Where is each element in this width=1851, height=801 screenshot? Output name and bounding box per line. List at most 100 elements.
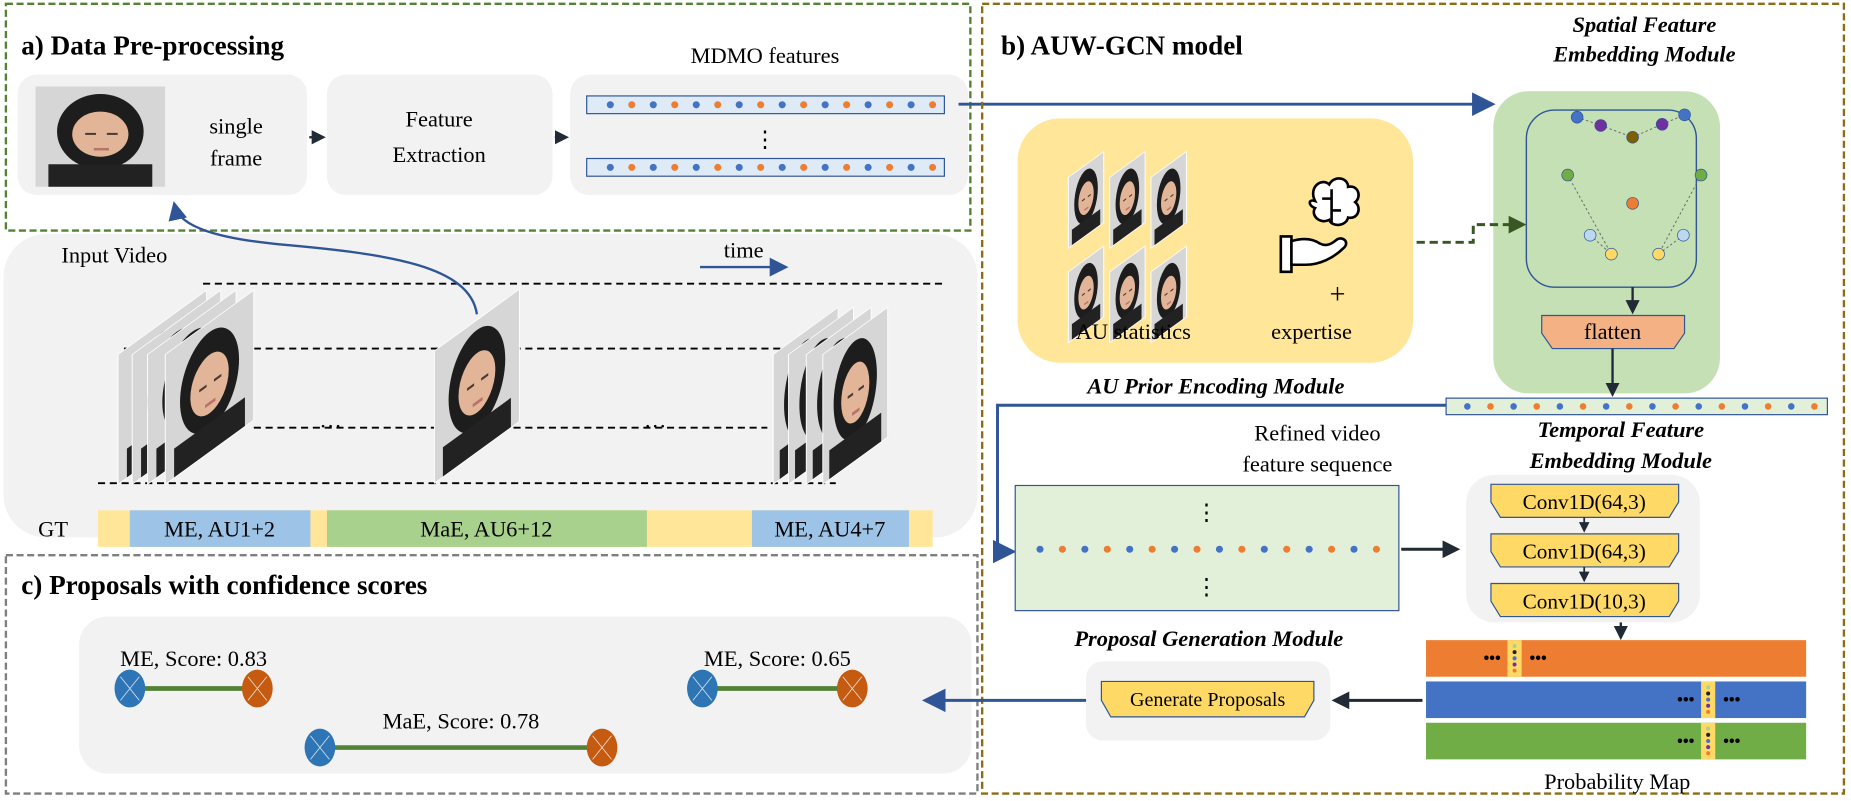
mdmo-features-label: MDMO features <box>691 43 840 68</box>
proposal-end-icon <box>586 728 618 767</box>
feature-dot <box>1126 545 1134 553</box>
ellipsis-dots: ••• <box>1677 731 1695 750</box>
feature-dot <box>907 163 915 171</box>
probability-map-label: Probability Map <box>1544 769 1690 794</box>
probability-map-row: ••• ••• <box>1426 722 1807 760</box>
feature-dot <box>843 101 851 109</box>
probability-map-row: ••• ••• <box>1426 681 1807 719</box>
feature-dot <box>692 101 700 109</box>
proposal-start-icon <box>304 728 336 767</box>
feature-dot <box>757 163 765 171</box>
gt-segment-me-2: ME, AU4+7 <box>751 510 909 547</box>
ellipsis-dots: ••• <box>1723 731 1741 750</box>
feature-dot <box>821 163 829 171</box>
feature-dot <box>886 163 894 171</box>
feature-dot <box>1372 545 1380 553</box>
feature-dot <box>757 101 765 109</box>
refined-video-feature-sequence: ⋮ ⋮ <box>1014 484 1400 612</box>
au-statistics-label: AU statistics <box>1076 319 1191 344</box>
gt-segment-label: MaE, AU6+12 <box>420 516 552 541</box>
temporal-module-title-2: Embedding Module <box>1529 448 1712 473</box>
feature-dot <box>1103 545 1111 553</box>
feature-dot <box>1487 403 1494 410</box>
conv1d-layer: Conv1D(64,3) <box>1490 483 1680 518</box>
gt-segment-label: ME, AU1+2 <box>164 516 275 541</box>
expertise-label: expertise <box>1271 319 1352 344</box>
feature-dot <box>1215 545 1223 553</box>
feature-dot <box>1556 403 1564 410</box>
feature-dot <box>628 163 636 171</box>
feature-dot <box>1764 403 1772 410</box>
feature-dot <box>1787 403 1795 410</box>
feature-dot <box>1695 403 1703 410</box>
feature-dot <box>864 101 872 109</box>
feature-dot <box>1649 403 1656 410</box>
feature-dot <box>1148 545 1156 553</box>
feature-dot <box>1171 545 1179 553</box>
single-frame-photo <box>35 86 166 187</box>
feature-dot <box>1058 545 1066 553</box>
feature-dot <box>1579 403 1587 410</box>
feature-dot <box>1328 545 1336 553</box>
single-frame-box: single frame <box>17 74 307 196</box>
gt-segment-me-1: ME, AU1+2 <box>129 510 311 547</box>
feature-dot <box>1672 403 1679 410</box>
feature-dot <box>1193 545 1201 553</box>
proposal-module-title: Proposal Generation Module <box>1073 626 1343 651</box>
feature-dot <box>1811 403 1818 410</box>
conv1d-label: Conv1D(64,3) <box>1523 540 1646 564</box>
section-c-title: c) Proposals with confidence scores <box>21 570 427 600</box>
mdmo-vertical-dots: ⋮ <box>754 127 776 152</box>
feature-dot <box>628 101 636 109</box>
time-label: time <box>724 238 764 263</box>
section-b-auw-gcn: b) AUW-GCN model Spatial Feature Embeddi… <box>980 2 1846 795</box>
refined-label-1: Refined video <box>1254 421 1380 446</box>
feature-dot <box>1533 403 1541 410</box>
feature-dot <box>671 163 679 171</box>
feature-dot <box>1305 545 1313 553</box>
conv1d-layer: Conv1D(10,3) <box>1490 582 1680 618</box>
single-frame-label-1: single <box>209 114 263 139</box>
single-frame-label-2: frame <box>210 146 262 171</box>
ellipsis-dots: ••• <box>1723 690 1741 709</box>
feature-extraction-label-1: Feature <box>406 107 473 132</box>
ellipsis-dots: ••• <box>1529 649 1547 668</box>
feature-dot <box>800 101 808 109</box>
feature-dot <box>1036 545 1044 553</box>
feature-dot <box>907 101 915 109</box>
feature-dot <box>929 163 937 171</box>
conv1d-label: Conv1D(64,3) <box>1523 490 1646 514</box>
ellipsis-dots: ••• <box>1483 649 1501 668</box>
feature-dot <box>649 163 657 171</box>
feature-dot <box>1718 403 1726 410</box>
feature-dot <box>843 163 851 171</box>
feature-dot <box>864 163 872 171</box>
au-prior-module-title: AU Prior Encoding Module <box>1085 373 1344 398</box>
feature-dot <box>886 101 894 109</box>
conv1d-layer: Conv1D(64,3) <box>1490 533 1680 568</box>
feature-dot <box>1741 403 1749 410</box>
feature-dot <box>1602 403 1610 410</box>
proposal-score-label: MaE, Score: 0.78 <box>383 709 540 734</box>
feature-dot <box>735 163 743 171</box>
au-prior-encoding-module: + AU statistics expertise <box>1017 118 1414 363</box>
ellipsis-dots: ••• <box>1677 690 1695 709</box>
feature-dot <box>1283 545 1291 553</box>
flatten-layer: flatten <box>1541 314 1686 350</box>
spatial-module-title-1: Spatial Feature <box>1573 12 1717 37</box>
ellipsis-1: … <box>319 408 341 433</box>
feature-dot <box>929 101 937 109</box>
temporal-module-title-1: Temporal Feature <box>1538 417 1705 442</box>
feature-dot <box>606 101 614 109</box>
section-b-title: b) AUW-GCN model <box>1001 31 1243 61</box>
conv1d-label: Conv1D(10,3) <box>1523 589 1646 613</box>
temporal-feature-embedding-module: Conv1D(64,3) Conv1D(64,3) Conv1D(10,3) <box>1466 474 1700 623</box>
proposal-start-icon <box>114 669 146 708</box>
gt-segment-mae: MaE, AU6+12 <box>326 510 647 547</box>
flatten-label: flatten <box>1584 319 1641 344</box>
gt-label: GT <box>38 516 68 541</box>
feature-dot <box>714 101 722 109</box>
section-a-title: a) Data Pre-processing <box>21 31 284 61</box>
feature-dot <box>649 101 657 109</box>
plus-sign: + <box>1329 280 1345 311</box>
